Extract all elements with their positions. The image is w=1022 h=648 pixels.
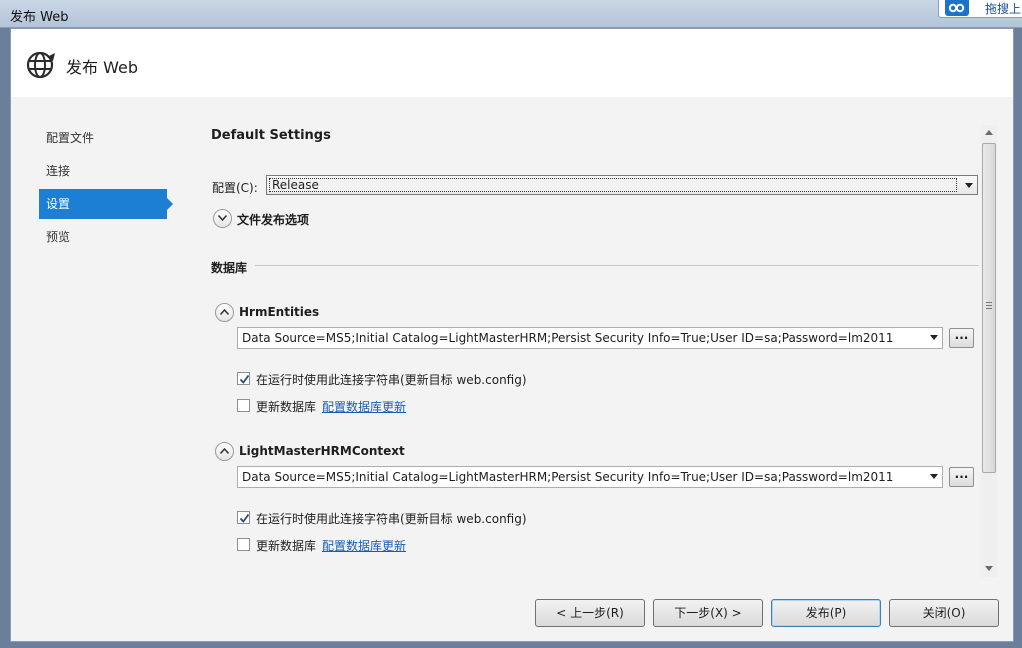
checkmark-icon bbox=[239, 374, 250, 384]
chevron-down-icon bbox=[930, 474, 938, 479]
db1-configure-db-update-link[interactable]: 配置数据库更新 bbox=[322, 398, 406, 415]
db1-update-db-label: 更新数据库 bbox=[256, 400, 317, 414]
database-section-divider bbox=[255, 265, 979, 266]
dialog-header: 发布 Web bbox=[11, 29, 1013, 97]
chevron-down-icon bbox=[930, 335, 938, 340]
file-publish-expander[interactable] bbox=[213, 209, 232, 228]
chevron-up-icon bbox=[220, 309, 229, 315]
db1-collapse-expander[interactable] bbox=[215, 303, 234, 322]
db2-configure-db-update-link[interactable]: 配置数据库更新 bbox=[322, 537, 406, 554]
db2-browse-button[interactable]: ... bbox=[949, 467, 974, 487]
chevron-down-icon bbox=[965, 183, 973, 188]
db1-update-db-checkbox[interactable] bbox=[237, 399, 250, 412]
settings-scrollbar[interactable] bbox=[981, 125, 997, 577]
db1-browse-button[interactable]: ... bbox=[949, 328, 974, 348]
db1-name: HrmEntities bbox=[239, 305, 320, 319]
scroll-up-arrow-icon[interactable] bbox=[985, 130, 993, 135]
checkmark-icon bbox=[239, 513, 250, 523]
database-section-label: 数据库 bbox=[211, 261, 248, 275]
config-select[interactable]: Release bbox=[266, 175, 978, 195]
db2-use-at-runtime-label: 在运行时使用此连接字符串(更新目标 web.config) bbox=[256, 512, 527, 526]
db1-connection-string: Data Source=MS5;Initial Catalog=LightMas… bbox=[242, 331, 894, 345]
db2-collapse-expander[interactable] bbox=[215, 442, 234, 461]
corner-widget[interactable]: 拖搜上 bbox=[938, 0, 1022, 18]
nav-item-preview[interactable]: 预览 bbox=[39, 222, 167, 252]
chevron-down-icon bbox=[218, 215, 227, 221]
db2-update-db-checkbox[interactable] bbox=[237, 538, 250, 551]
nav-item-connection[interactable]: 连接 bbox=[39, 156, 167, 186]
publish-button[interactable]: 发布(P) bbox=[771, 599, 881, 627]
config-value: Release bbox=[269, 178, 957, 192]
scroll-thumb[interactable] bbox=[982, 143, 996, 473]
db1-use-at-runtime-label: 在运行时使用此连接字符串(更新目标 web.config) bbox=[256, 373, 527, 387]
db2-update-db-label: 更新数据库 bbox=[256, 539, 317, 553]
db2-connection-string-select[interactable]: Data Source=MS5;Initial Catalog=LightMas… bbox=[237, 466, 943, 488]
settings-panel: Default Settings 配置(C): Release 文件发布选项 数… bbox=[211, 97, 981, 577]
db2-connection-string: Data Source=MS5;Initial Catalog=LightMas… bbox=[242, 470, 894, 484]
nav-item-settings[interactable]: 设置 bbox=[39, 189, 173, 219]
db2-name: LightMasterHRMContext bbox=[239, 444, 405, 458]
scroll-down-arrow-icon[interactable] bbox=[985, 566, 993, 571]
publish-web-dialog: 发布 Web 配置文件 连接 设置 预览 Default Settings 配置… bbox=[10, 28, 1014, 642]
next-button[interactable]: 下一步(X) > bbox=[653, 599, 763, 627]
chevron-up-icon bbox=[220, 448, 229, 454]
window-title: 发布 Web bbox=[10, 10, 69, 25]
nav-item-profile[interactable]: 配置文件 bbox=[39, 123, 167, 153]
corner-widget-label: 拖搜上 bbox=[985, 2, 1022, 16]
db1-connection-string-select[interactable]: Data Source=MS5;Initial Catalog=LightMas… bbox=[237, 327, 943, 349]
dialog-title: 发布 Web bbox=[66, 58, 138, 77]
cloud-logo-icon bbox=[945, 0, 969, 16]
prev-button[interactable]: < 上一步(R) bbox=[535, 599, 645, 627]
window-titlebar: 发布 Web bbox=[0, 0, 1022, 28]
config-label: 配置(C): bbox=[212, 181, 258, 195]
db1-use-at-runtime-checkbox[interactable] bbox=[237, 372, 250, 385]
file-publish-options-label: 文件发布选项 bbox=[237, 213, 310, 227]
dialog-body: 配置文件 连接 设置 预览 Default Settings 配置(C): Re… bbox=[11, 97, 1013, 641]
settings-title: Default Settings bbox=[211, 128, 331, 143]
db2-use-at-runtime-checkbox[interactable] bbox=[237, 511, 250, 524]
globe-publish-icon bbox=[25, 49, 57, 84]
grip-icon bbox=[986, 302, 992, 309]
close-button[interactable]: 关闭(O) bbox=[889, 599, 999, 627]
